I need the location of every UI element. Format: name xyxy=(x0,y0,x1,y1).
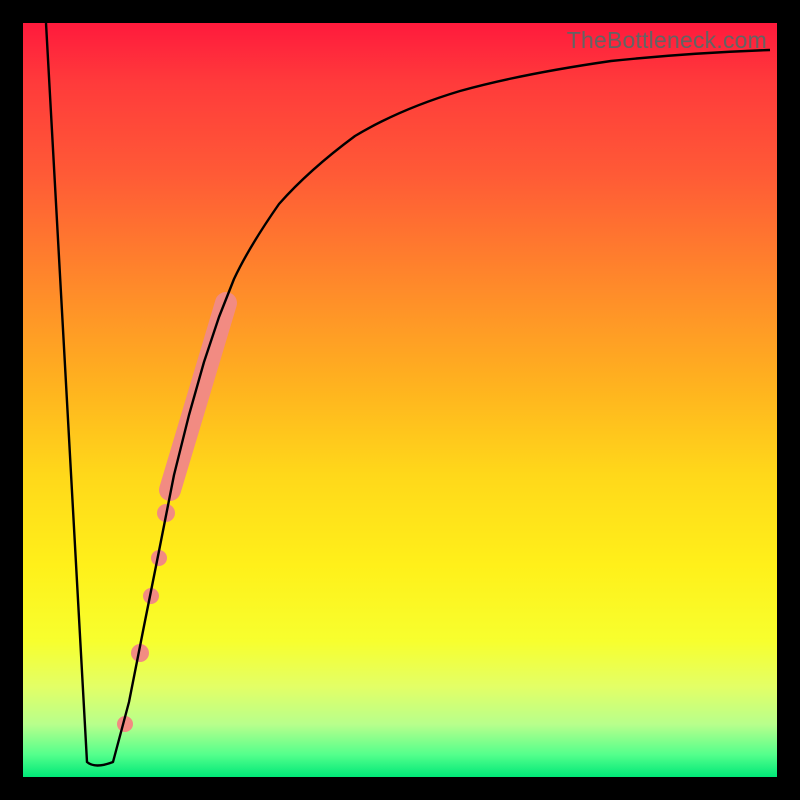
curve-layer xyxy=(23,23,777,777)
chart-frame: TheBottleneck.com xyxy=(0,0,800,800)
watermark-text: TheBottleneck.com xyxy=(567,27,767,54)
bottleneck-curve xyxy=(46,23,770,766)
plot-area: TheBottleneck.com xyxy=(23,23,777,777)
